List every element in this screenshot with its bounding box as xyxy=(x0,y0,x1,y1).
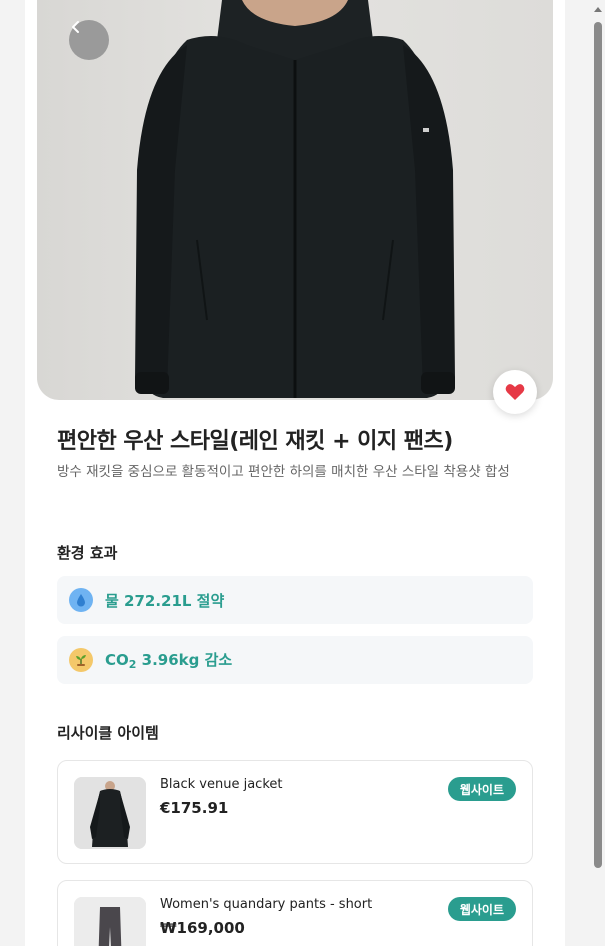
recycle-section-title: 리사이클 아이템 xyxy=(57,724,159,742)
product-description: 방수 재킷을 중심으로 활동적이고 편안한 하의를 매치한 우산 스타일 착용샷… xyxy=(57,464,510,480)
water-saving-text: 물 272.21L 절약 xyxy=(105,591,225,610)
product-hero-image xyxy=(37,0,553,400)
item-thumbnail xyxy=(74,777,146,849)
heart-icon xyxy=(505,384,525,400)
website-button[interactable]: 웹사이트 xyxy=(447,897,516,921)
co2-reduction-effect: CO2 3.96kg 감소 xyxy=(57,636,533,684)
environment-section-title: 환경 효과 xyxy=(57,544,118,562)
co2-reduction-text: CO2 3.96kg 감소 xyxy=(105,651,233,671)
scrollbar-thumb[interactable] xyxy=(594,22,602,868)
item-name: Women's quandary pants - short xyxy=(160,897,373,912)
water-saving-effect: 물 272.21L 절약 xyxy=(57,576,533,624)
website-button[interactable]: 웹사이트 xyxy=(447,777,516,801)
back-button[interactable] xyxy=(69,20,109,60)
item-price: ₩169,000 xyxy=(160,919,245,937)
scroll-up-arrow-icon[interactable] xyxy=(593,4,603,14)
water-drop-icon xyxy=(69,588,93,612)
sprout-icon xyxy=(69,648,93,672)
item-name: Black venue jacket xyxy=(160,777,283,792)
chevron-left-icon xyxy=(72,21,79,33)
recycle-item[interactable]: Black venue jacket €175.91 웹사이트 xyxy=(57,760,533,864)
favorite-button[interactable] xyxy=(493,370,537,414)
item-price: €175.91 xyxy=(160,799,229,817)
recycle-item[interactable]: Women's quandary pants - short ₩169,000 … xyxy=(57,880,533,946)
item-thumbnail xyxy=(74,897,146,946)
product-title: 편안한 우산 스타일(레인 재킷 + 이지 팬츠) xyxy=(57,429,453,454)
product-detail-card: 편안한 우산 스타일(레인 재킷 + 이지 팬츠) 방수 재킷을 중심으로 활동… xyxy=(25,0,565,946)
